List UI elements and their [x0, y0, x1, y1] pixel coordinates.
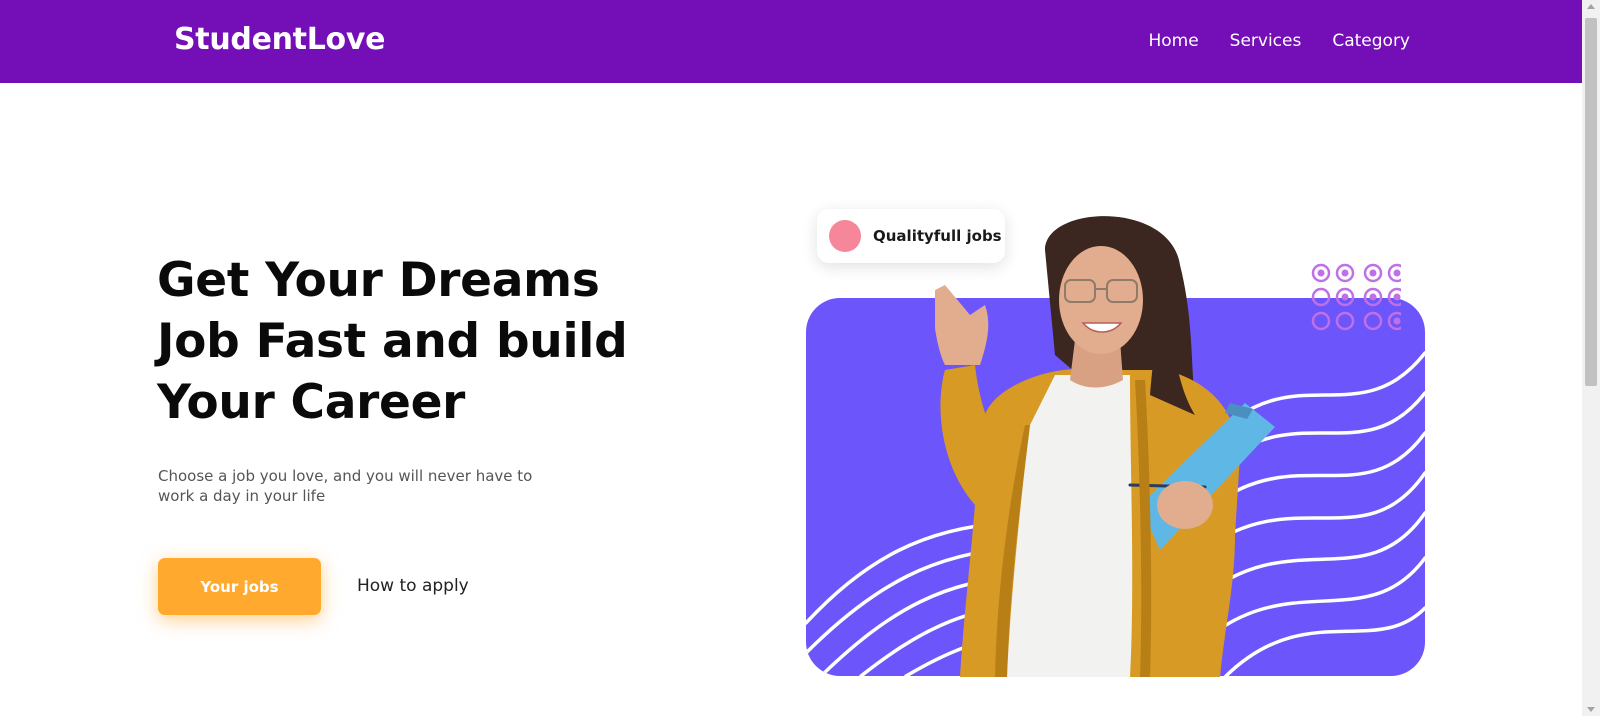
- scrollbar-thumb[interactable]: [1585, 18, 1597, 386]
- student-woman-image: [935, 216, 1275, 677]
- nav-item-home[interactable]: Home: [1148, 31, 1198, 51]
- nav-item-category[interactable]: Category: [1332, 31, 1410, 51]
- scroll-down-arrow-icon[interactable]: [1587, 707, 1595, 712]
- hero-title-line: Get Your Dreams: [157, 253, 600, 308]
- hero-title-line: Your Career: [157, 375, 466, 430]
- how-to-apply-link[interactable]: How to apply: [357, 576, 469, 596]
- your-jobs-button[interactable]: Your jobs: [158, 558, 321, 615]
- brand-logo[interactable]: StudentLove: [174, 22, 385, 57]
- hero-subtitle-line: Choose a job you love, and you will neve…: [158, 467, 533, 485]
- badge-label: Qualityfull jobs: [873, 227, 1002, 245]
- hero-subtitle: Choose a job you love, and you will neve…: [158, 466, 598, 506]
- vertical-scrollbar[interactable]: [1582, 0, 1600, 716]
- main-nav: Home Services Category: [1148, 31, 1410, 51]
- circle-dots-pattern-icon: [1311, 263, 1401, 331]
- hero-title: Get Your Dreams Job Fast and build Your …: [157, 250, 717, 433]
- hero-title-line: Job Fast and build: [157, 314, 628, 369]
- top-navbar: StudentLove Home Services Category: [0, 0, 1582, 83]
- scroll-up-arrow-icon[interactable]: [1587, 4, 1595, 9]
- pink-dot-icon: [829, 220, 861, 252]
- qualityfull-jobs-badge: Qualityfull jobs: [817, 209, 1005, 263]
- hero-subtitle-line: work a day in your life: [158, 487, 326, 505]
- nav-item-services[interactable]: Services: [1230, 31, 1302, 51]
